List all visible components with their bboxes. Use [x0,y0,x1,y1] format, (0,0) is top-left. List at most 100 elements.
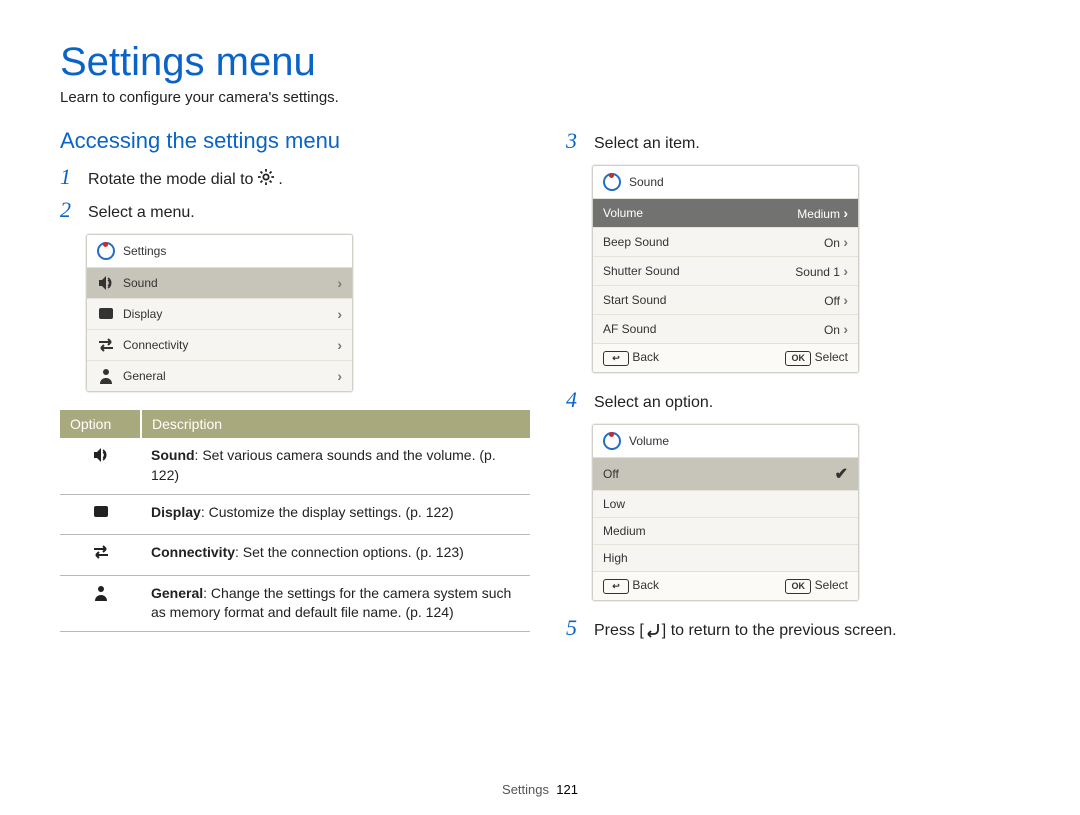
footer-back[interactable]: ↩ Back [603,578,659,594]
mode-dial-icon [603,173,621,191]
return-icon: ↩ [603,351,629,366]
setting-row-af[interactable]: AF Sound On › [593,314,858,343]
setting-row-volume[interactable]: Volume Medium › [593,199,858,227]
step-text: Select a menu. [88,201,530,224]
option-desc: : Set the connection options. (p. 123) [235,544,464,560]
general-icon [97,367,115,385]
menu-label: Sound [123,276,158,290]
display-icon [97,305,115,323]
chevron-right-icon: › [337,368,342,384]
step-4: 4 Select an option. [566,391,1036,414]
step-number: 3 [566,130,584,152]
setting-label: Start Sound [603,293,666,307]
step-text-pre: Rotate the mode dial to [88,171,258,188]
footer-back-label: Back [632,578,659,592]
table-row: Display: Customize the display settings.… [60,494,530,535]
option-label: Medium [603,524,646,538]
step-text: Select an option. [594,391,1036,414]
col-header-description: Description [141,410,530,438]
setting-label: Volume [603,206,643,220]
menu-label: Display [123,307,162,321]
setting-label: Beep Sound [603,235,669,249]
option-row-high[interactable]: High [593,544,858,571]
general-icon [92,584,110,602]
step-text: Select an item. [594,132,1036,155]
sound-icon [92,446,110,464]
menu-item-connectivity[interactable]: Connectivity › [87,329,352,360]
table-row: Sound: Set various camera sounds and the… [60,438,530,494]
mode-dial-icon [97,242,115,260]
option-desc: : Change the settings for the camera sys… [151,585,511,621]
chevron-right-icon: › [843,205,848,221]
option-desc: : Set various camera sounds and the volu… [151,447,496,483]
option-row-low[interactable]: Low [593,490,858,517]
menu-item-sound[interactable]: Sound › [87,268,352,298]
footer-back-label: Back [632,350,659,364]
setting-row-start[interactable]: Start Sound Off › [593,285,858,314]
footer-select[interactable]: OK Select [785,578,848,594]
option-name: Connectivity [151,544,235,560]
footer-section: Settings [502,782,549,797]
setting-row-beep[interactable]: Beep Sound On › [593,227,858,256]
connectivity-icon [92,543,110,561]
setting-row-shutter[interactable]: Shutter Sound Sound 1 › [593,256,858,285]
footer-select[interactable]: OK Select [785,350,848,366]
step-number: 4 [566,389,584,411]
ok-icon: OK [785,579,811,594]
col-header-option: Option [60,410,141,438]
option-label: Low [603,497,625,511]
chevron-right-icon: › [337,306,342,322]
option-name: Display [151,504,201,520]
setting-value: On [824,236,840,250]
chevron-right-icon: › [337,337,342,353]
setting-label: AF Sound [603,322,656,336]
gear-icon [258,168,274,184]
option-desc: : Customize the display settings. (p. 12… [201,504,454,520]
menu-item-display[interactable]: Display › [87,298,352,329]
step-text: Press [ ] to return to the previous scree… [594,619,1036,642]
option-row-medium[interactable]: Medium [593,517,858,544]
return-icon [644,620,662,638]
option-name: General [151,585,203,601]
chevron-right-icon: › [843,263,848,279]
option-label: Off [603,467,619,481]
chevron-right-icon: › [843,292,848,308]
step-text-post: . [278,171,282,188]
camera-screen-settings: Settings Sound › Display › Connectivity … [86,234,353,392]
step-number: 1 [60,166,78,188]
table-row: General: Change the settings for the cam… [60,575,530,631]
option-description-table: Option Description Sound: Set various ca… [60,410,530,632]
footer-back[interactable]: ↩ Back [603,350,659,366]
step-1: 1 Rotate the mode dial to . [60,168,530,191]
option-name: Sound [151,447,195,463]
mode-dial-icon [603,432,621,450]
step-text-post: ] to return to the previous screen. [662,622,897,639]
chevron-right-icon: › [843,234,848,250]
ok-icon: OK [785,351,811,366]
setting-value: Sound 1 [795,265,840,279]
footer-select-label: Select [815,578,848,592]
step-number: 2 [60,199,78,221]
screen-title: Volume [629,434,669,448]
step-3: 3 Select an item. [566,132,1036,155]
table-row: Connectivity: Set the connection options… [60,535,530,576]
setting-value: On [824,323,840,337]
step-text: Rotate the mode dial to . [88,168,530,191]
setting-value: Medium [797,207,840,221]
menu-item-general[interactable]: General › [87,360,352,391]
page-subtitle: Learn to configure your camera's setting… [60,89,1020,106]
step-text-pre: Press [ [594,622,644,639]
step-number: 5 [566,617,584,639]
step-5: 5 Press [ ] to return to the previous scr… [566,619,1036,642]
option-row-off[interactable]: Off ✔ [593,458,858,490]
camera-screen-volume: Volume Off ✔ Low Medium High ↩ Back OK S… [592,424,859,601]
page-title: Settings menu [60,40,1020,85]
connectivity-icon [97,336,115,354]
setting-label: Shutter Sound [603,264,680,278]
footer-page-number: 121 [556,782,578,797]
sound-icon [97,274,115,292]
setting-value: Off [824,294,840,308]
check-icon: ✔ [835,464,848,484]
menu-label: General [123,369,166,383]
chevron-right-icon: › [843,321,848,337]
